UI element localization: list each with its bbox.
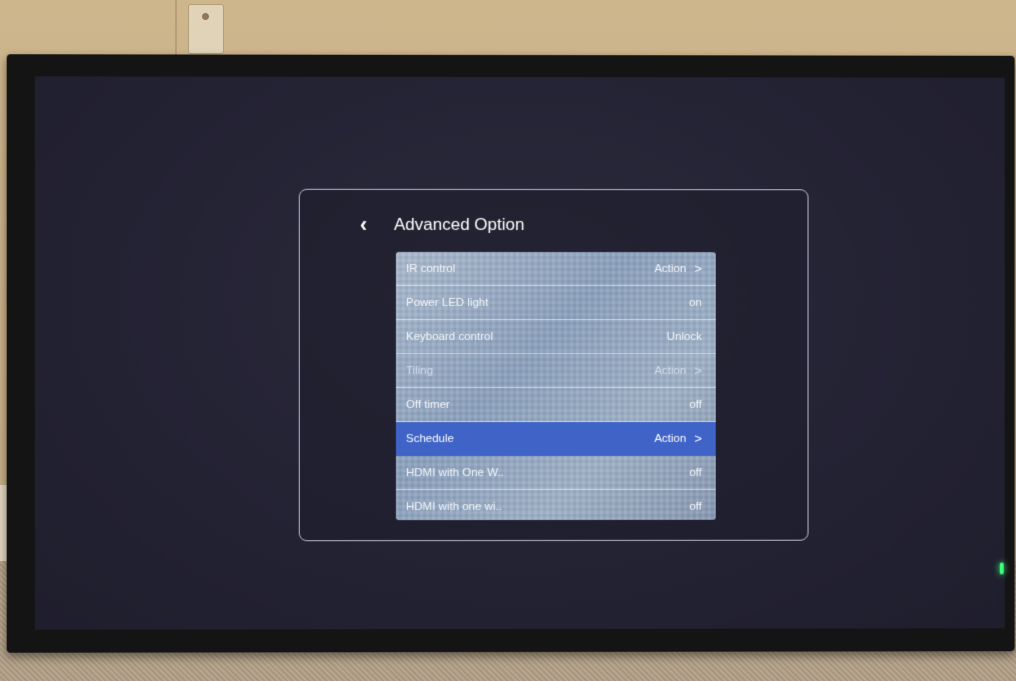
option-label: Keyboard control	[405, 330, 493, 343]
option-label: IR control	[405, 262, 456, 275]
option-value: off	[689, 466, 702, 479]
dialog-header: ‹ Advanced Option	[360, 212, 525, 238]
chevron-left-icon[interactable]: ‹	[360, 212, 384, 238]
option-list: IR control Action > Power LED light on Ke…	[395, 251, 716, 521]
option-hdmi-one-wire-2[interactable]: HDMI with one wi.. off	[396, 490, 716, 520]
option-value: on	[689, 296, 702, 309]
chevron-right-icon: >	[694, 362, 702, 378]
option-value: off	[689, 500, 702, 513]
wall-bracket	[188, 4, 224, 54]
chevron-right-icon: >	[694, 261, 702, 277]
option-value: off	[689, 398, 702, 411]
option-label: Power LED light	[405, 296, 489, 309]
option-value: Action	[654, 364, 687, 377]
option-value: Action	[654, 432, 687, 445]
option-power-led-light[interactable]: Power LED light on	[395, 285, 716, 321]
power-led-indicator	[999, 562, 1004, 575]
option-tiling[interactable]: Tiling Action >	[395, 353, 716, 389]
option-off-timer[interactable]: Off timer off	[395, 387, 716, 423]
option-value: Unlock	[666, 330, 702, 343]
dialog-title: Advanced Option	[393, 214, 525, 235]
option-label: Tiling	[405, 364, 434, 377]
chevron-right-icon: >	[694, 430, 702, 446]
option-label: HDMI with one wi..	[405, 500, 502, 513]
monitor-screen: ‹ Advanced Option IR control Action > Pow…	[34, 76, 1005, 630]
option-ir-control[interactable]: IR control Action >	[395, 251, 716, 287]
option-schedule[interactable]: Schedule Action >	[395, 421, 716, 457]
option-label: Off timer	[405, 398, 450, 411]
monitor-bezel: ‹ Advanced Option IR control Action > Pow…	[6, 54, 1015, 653]
option-hdmi-one-wire-1[interactable]: HDMI with One W.. off	[395, 455, 716, 491]
option-label: Schedule	[405, 432, 454, 445]
option-keyboard-control[interactable]: Keyboard control Unlock	[395, 319, 716, 355]
advanced-option-dialog: ‹ Advanced Option IR control Action > Pow…	[298, 188, 809, 542]
option-value: Action	[654, 262, 687, 275]
option-label: HDMI with One W..	[405, 466, 504, 479]
